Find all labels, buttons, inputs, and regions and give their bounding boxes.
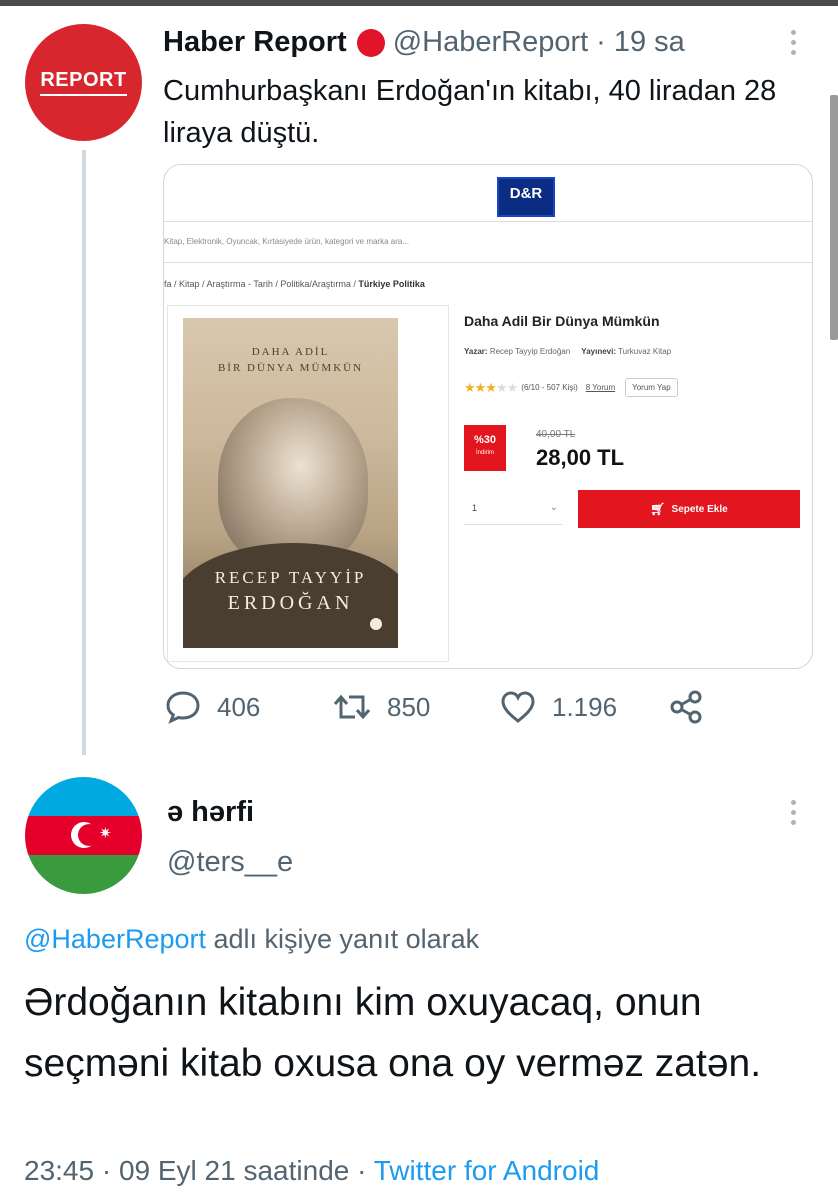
star-rating-icon: ★★★★★ bbox=[464, 379, 518, 395]
publisher-logo-icon bbox=[370, 618, 382, 630]
flag-stripe-red: ✷ bbox=[25, 816, 142, 855]
reviews-link: 8 Yorum bbox=[585, 383, 616, 392]
product-title: Daha Adil Bir Dünya Mümkün bbox=[464, 313, 660, 329]
breadcrumb-current: Türkiye Politika bbox=[358, 279, 425, 289]
author-name[interactable]: Haber Report bbox=[163, 26, 347, 59]
separator-dot: · bbox=[596, 26, 606, 58]
retweet-icon bbox=[333, 694, 371, 720]
retweet-count: 850 bbox=[387, 691, 431, 722]
publisher-label: Yayınevi: bbox=[581, 347, 616, 356]
reply-count: 406 bbox=[217, 691, 261, 722]
affiliation-badge-icon bbox=[356, 28, 385, 57]
store-search-bar: Kitap, Elektronik, Oyuncak, Kırtasiyede … bbox=[164, 221, 812, 263]
tweet-text: Cumhurbaşkanı Erdoğan'ın kitabı, 40 lira… bbox=[163, 75, 777, 149]
tweet-time[interactable]: 19 sa bbox=[614, 26, 685, 59]
discount-percent: %30 bbox=[473, 434, 497, 446]
book-cover-author-2: ERDOĞAN bbox=[227, 592, 354, 614]
tweet-media-image[interactable]: D&R Kitap, Elektronik, Oyuncak, Kırtasiy… bbox=[163, 164, 813, 669]
new-price: 28,00 TL bbox=[536, 445, 625, 470]
store-logo: D&R bbox=[497, 177, 555, 217]
book-cover-title-2: BİR DÜNYA MÜMKÜN bbox=[217, 362, 364, 374]
tweet-text: Ərdoğanın kitabını kim oxuyacaq, onun se… bbox=[24, 981, 762, 1085]
timestamp-text[interactable]: 23:45 · 09 Eyl 21 saatinde · bbox=[24, 1155, 374, 1186]
reply-to-handle[interactable]: @HaberReport bbox=[24, 924, 206, 954]
book-cover: DAHA ADİL BİR DÜNYA MÜMKÜN RECEP TAYYİP … bbox=[183, 318, 398, 648]
quantity-select: 1 ⌄ bbox=[464, 491, 562, 525]
book-cover-title-1: DAHA ADİL bbox=[251, 346, 330, 358]
avatar-text: REPORT bbox=[40, 69, 127, 96]
tweet-header: Haber Report @HaberReport · 19 sa bbox=[163, 26, 685, 59]
breadcrumb: fa / Kitap / Araştırma - Tarih / Politik… bbox=[164, 279, 425, 289]
rating-text: (6/10 - 507 Kişi) bbox=[521, 383, 578, 392]
reply-to-suffix: adlı kişiye yanıt olarak bbox=[206, 924, 480, 954]
share-icon bbox=[670, 690, 702, 724]
author-name[interactable]: ə hərfi bbox=[167, 796, 254, 829]
add-to-cart-label: Sepete Ekle bbox=[671, 503, 728, 515]
old-price: 40,00 TL bbox=[536, 429, 576, 440]
more-options-icon[interactable] bbox=[788, 800, 798, 830]
like-count: 1.196 bbox=[552, 691, 618, 722]
tweet-actions: 406 850 1.196 bbox=[163, 690, 723, 732]
product-rating: ★★★★★ (6/10 - 507 Kişi) 8 Yorum Yorum Ya… bbox=[464, 378, 678, 397]
book-image-frame: DAHA ADİL BİR DÜNYA MÜMKÜN RECEP TAYYİP … bbox=[167, 305, 449, 662]
cart-icon: 🛒︎ bbox=[650, 502, 666, 516]
more-options-icon[interactable] bbox=[788, 30, 798, 60]
author-label: Yazar: bbox=[464, 347, 488, 356]
thread-line bbox=[82, 150, 86, 755]
quantity-value: 1 bbox=[472, 503, 478, 513]
crescent-inner bbox=[78, 824, 100, 846]
heart-icon bbox=[501, 691, 535, 723]
book-cover-author-1: RECEP TAYYİP bbox=[214, 568, 367, 587]
like-button[interactable]: 1.196 bbox=[500, 690, 617, 724]
share-button[interactable] bbox=[668, 690, 720, 724]
author-value: Recep Tayyip Erdoğan bbox=[489, 347, 571, 356]
retweet-button[interactable]: 850 bbox=[333, 690, 430, 724]
top-bar bbox=[0, 0, 838, 6]
flag-stripe-blue bbox=[25, 777, 142, 816]
tweet-timestamp: 23:45 · 09 Eyl 21 saatinde · Twitter for… bbox=[24, 1155, 599, 1187]
breadcrumb-path: fa / Kitap / Araştırma - Tarih / Politik… bbox=[164, 279, 359, 289]
store-logo-text: D&R bbox=[509, 185, 543, 202]
reply-context: @HaberReport adlı kişiye yanıt olarak bbox=[24, 924, 479, 955]
author-handle[interactable]: @ters__e bbox=[167, 846, 293, 879]
chevron-down-icon: ⌄ bbox=[549, 502, 558, 513]
avatar[interactable]: ✷ bbox=[25, 777, 142, 894]
avatar[interactable]: REPORT bbox=[25, 24, 142, 141]
author-handle[interactable]: @HaberReport bbox=[393, 26, 588, 59]
scrollbar[interactable] bbox=[830, 95, 838, 340]
product-meta: Yazar: Recep Tayyip Erdoğan Yayınevi: Tu… bbox=[464, 347, 671, 356]
reply-icon bbox=[166, 691, 200, 724]
review-button: Yorum Yap bbox=[625, 378, 678, 397]
add-to-cart-button: 🛒︎ Sepete Ekle bbox=[578, 490, 800, 528]
publisher-value: Turkuvaz Kitap bbox=[618, 347, 672, 356]
star-icon: ✷ bbox=[99, 825, 112, 842]
discount-label: İndirim bbox=[475, 450, 494, 456]
reply-button[interactable]: 406 bbox=[165, 690, 260, 724]
search-placeholder: Kitap, Elektronik, Oyuncak, Kırtasiyede … bbox=[164, 237, 409, 246]
discount-badge: %30 İndirim bbox=[464, 425, 506, 471]
flag-stripe-green bbox=[25, 855, 142, 894]
tweet-source[interactable]: Twitter for Android bbox=[374, 1155, 600, 1186]
